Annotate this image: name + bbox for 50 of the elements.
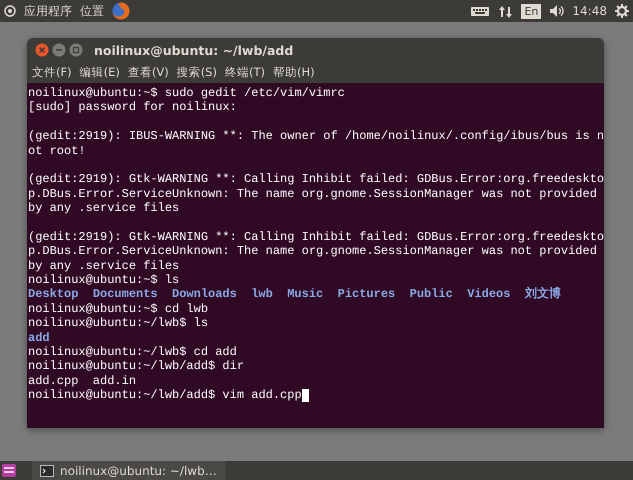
terminal-line: noilinux@ubuntu:~$ ls — [28, 273, 180, 288]
panel-menu[interactable]: 应用程序 — [24, 2, 72, 20]
menu-item[interactable]: 终端(T) — [224, 65, 266, 80]
terminal-line: (gedit:2919): Gtk-WARNING **: Calling Inhibit failed: GDBus.Error:org.freedeskto — [28, 230, 604, 244]
menu-item[interactable]: 帮助(H) — [272, 65, 316, 80]
directory-name: Pictures — [338, 287, 396, 302]
panel-menu[interactable]: 位置 — [80, 2, 104, 20]
terminal-line: p.DBus.Error.ServiceUnknown: The name org.gnome.SessionManager was not provided — [28, 244, 597, 259]
terminal-line: noilinux@ubuntu:~/lwb/add$ vim add.cpp — [28, 388, 302, 403]
directory-name: Videos — [467, 287, 510, 302]
close-icon[interactable] — [35, 43, 49, 57]
terminal-line: by any .service files — [28, 258, 180, 274]
directory-name: Downloads — [172, 287, 237, 302]
browser-icon[interactable] — [112, 2, 130, 20]
power-icon[interactable] — [4, 5, 16, 17]
terminal-line: ot root! — [28, 144, 86, 158]
terminal-line: add.cpp add.in — [28, 374, 136, 388]
directory-name: Desktop — [28, 287, 78, 302]
menu-item[interactable]: 查看(V) — [126, 65, 170, 80]
directory-name: add — [28, 330, 50, 346]
workspace-icon[interactable] — [0, 461, 18, 480]
terminal-line: (gedit:2919): IBUS-WARNING **: The owner of /home/noilinux/.config/ibus/bus is n — [28, 129, 604, 144]
terminal-line: [sudo] password for noilinux: — [28, 100, 237, 115]
directory-name: Music — [287, 287, 324, 302]
terminal-line: noilinux@ubuntu:~$ sudo gedit /etc/vim/vimrc — [28, 86, 345, 100]
clock[interactable]: 14:48 — [572, 4, 607, 18]
terminal-line: noilinux@ubuntu:~/lwb$ ls — [28, 316, 208, 331]
menu-item[interactable]: 文件(F) — [31, 65, 73, 80]
terminal-line: by any .service files — [28, 201, 180, 216]
menu-item[interactable]: 搜索(S) — [176, 65, 218, 80]
directory-name: 刘文博 — [524, 287, 561, 302]
settings-icon[interactable] — [615, 4, 629, 18]
minimize-icon[interactable] — [52, 43, 66, 57]
network-icon[interactable] — [498, 4, 514, 18]
directory-name: lwb — [251, 287, 273, 302]
directory-name: Public — [410, 287, 453, 302]
volume-icon[interactable] — [549, 4, 564, 18]
input-method-indicator[interactable]: En — [521, 4, 542, 18]
terminal-line: (gedit:2919): Gtk-WARNING **: Calling Inhibit failed: GDBus.Error:org.freedeskto — [28, 172, 604, 187]
maximize-icon[interactable] — [69, 43, 83, 57]
menu-item[interactable]: 编辑(E) — [78, 65, 121, 80]
keyboard-icon[interactable] — [470, 4, 490, 18]
terminal-line: noilinux@ubuntu:~/lwb$ cd add — [28, 345, 237, 360]
terminal-line: noilinux@ubuntu:~$ cd lwb — [28, 302, 208, 316]
terminal-line: p.DBus.Error.ServiceUnknown: The name org.gnome.SessionManager was not provided — [28, 186, 597, 202]
directory-name: Documents — [92, 287, 158, 302]
taskbar-item[interactable]: noilinux@ubuntu: ~/lwb… — [32, 461, 225, 480]
terminal-line: noilinux@ubuntu:~/lwb/add$ dir — [28, 359, 244, 374]
terminal-icon — [40, 464, 54, 476]
window-title: noilinux@ubuntu: ~/lwb/add — [94, 42, 294, 58]
